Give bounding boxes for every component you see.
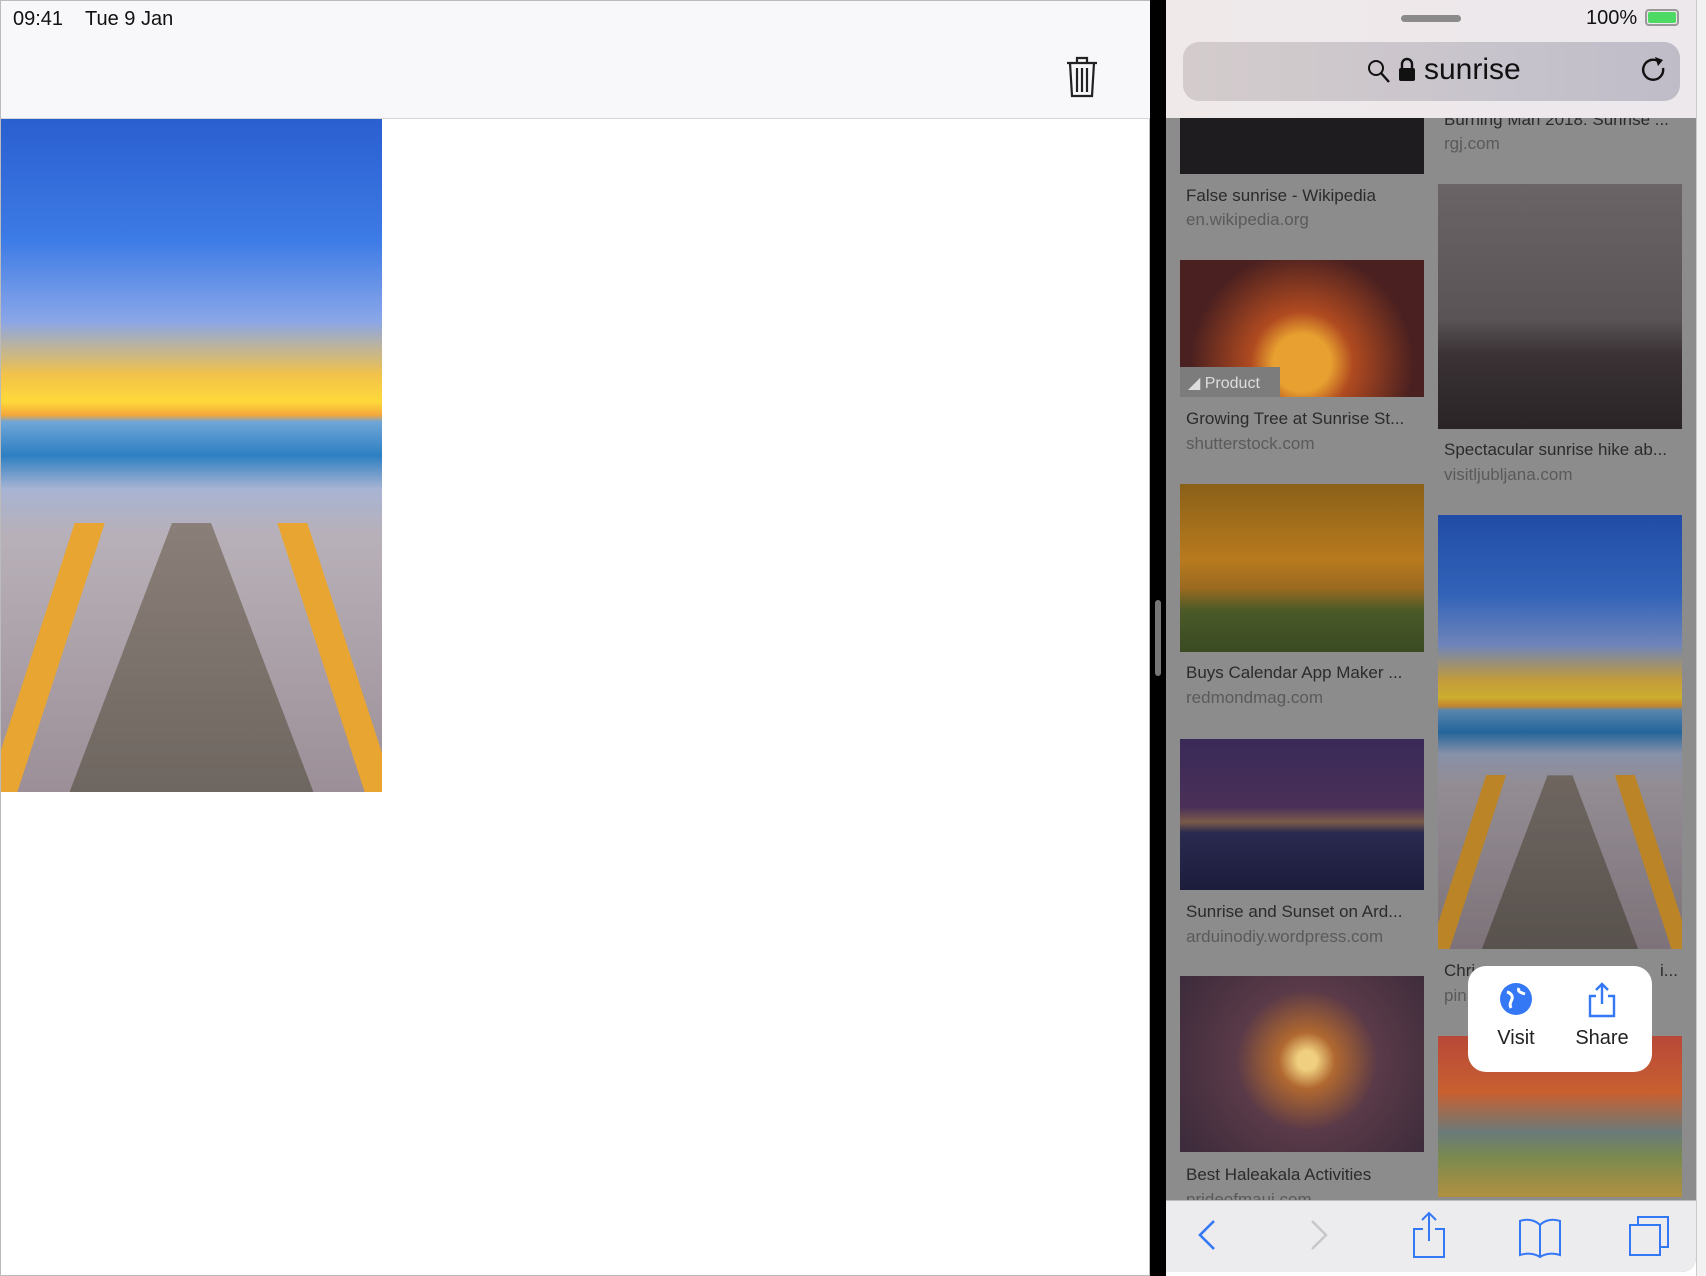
result-domain: rgj.com <box>1444 134 1500 153</box>
safari-bottom-toolbar <box>1166 1200 1696 1272</box>
reload-icon[interactable] <box>1639 56 1669 86</box>
result-domain: redmondmag.com <box>1186 688 1324 707</box>
address-text: sunrise <box>1424 53 1521 86</box>
result-image[interactable]: ◢ Product <box>1180 260 1424 397</box>
safari-pane: False sunrise - Wikipedia en.wikipedia.o… <box>1166 0 1696 1272</box>
result-title[interactable]: Best Haleakala Activities <box>1186 1165 1371 1185</box>
result-image[interactable] <box>1180 739 1424 890</box>
globe-icon <box>1500 983 1532 1015</box>
result-image[interactable] <box>1180 976 1424 1152</box>
result-image[interactable] <box>1438 515 1682 949</box>
dropped-sunrise-image[interactable] <box>1 119 382 792</box>
split-view-handle[interactable] <box>1155 600 1161 676</box>
result-title-end: i... <box>1660 961 1678 980</box>
trash-button[interactable] <box>1065 55 1099 104</box>
result-title[interactable]: Sunrise and Sunset on Ard... <box>1186 902 1402 922</box>
result-title[interactable]: Growing Tree at Sunrise St... <box>1186 409 1404 429</box>
result-title[interactable]: Spectacular sunrise hike ab... <box>1444 440 1667 460</box>
result-image[interactable] <box>1438 184 1682 429</box>
tabs-icon[interactable] <box>1628 1215 1672 1259</box>
battery-charging-icon <box>1645 9 1679 26</box>
result-domain: visitljubljana.com <box>1444 465 1573 484</box>
status-date: Tue 9 Jan <box>85 8 174 30</box>
context-popup: Visit Share <box>1468 966 1652 1072</box>
back-icon[interactable] <box>1196 1215 1220 1255</box>
share-button[interactable]: Share <box>1564 982 1640 1050</box>
left-app-pane: 09:41 Tue 9 Jan <box>0 0 1151 1276</box>
background-window-edge <box>1696 0 1706 1276</box>
result-domain: shutterstock.com <box>1186 434 1315 453</box>
status-time: 09:41 <box>13 8 64 30</box>
address-bar[interactable]: sunrise <box>1183 42 1680 101</box>
trash-icon <box>1067 56 1097 98</box>
result-title[interactable]: Buys Calendar App Maker ... <box>1186 663 1402 683</box>
battery-percent: 100% <box>1586 7 1638 29</box>
tag-icon: ◢ <box>1188 375 1205 392</box>
result-domain: en.wikipedia.org <box>1186 210 1309 229</box>
share-icon[interactable] <box>1411 1211 1447 1259</box>
forward-icon[interactable] <box>1306 1215 1330 1255</box>
result-domain: arduinodiy.wordpress.com <box>1186 927 1384 946</box>
bookmarks-icon[interactable] <box>1518 1217 1562 1259</box>
lock-icon <box>1399 57 1415 81</box>
product-badge: ◢ Product <box>1180 367 1280 397</box>
result-domain: pin <box>1444 986 1467 1005</box>
result-image[interactable] <box>1180 484 1424 652</box>
safari-top-bar: 100% sunrise <box>1166 0 1696 118</box>
result-title[interactable]: False sunrise - Wikipedia <box>1186 186 1376 206</box>
share-icon <box>1588 982 1616 1018</box>
slide-over-grabber[interactable] <box>1401 15 1461 22</box>
visit-button[interactable]: Visit <box>1482 982 1550 1050</box>
left-app-header: 09:41 Tue 9 Jan <box>1 1 1151 119</box>
search-icon <box>1368 60 1390 83</box>
